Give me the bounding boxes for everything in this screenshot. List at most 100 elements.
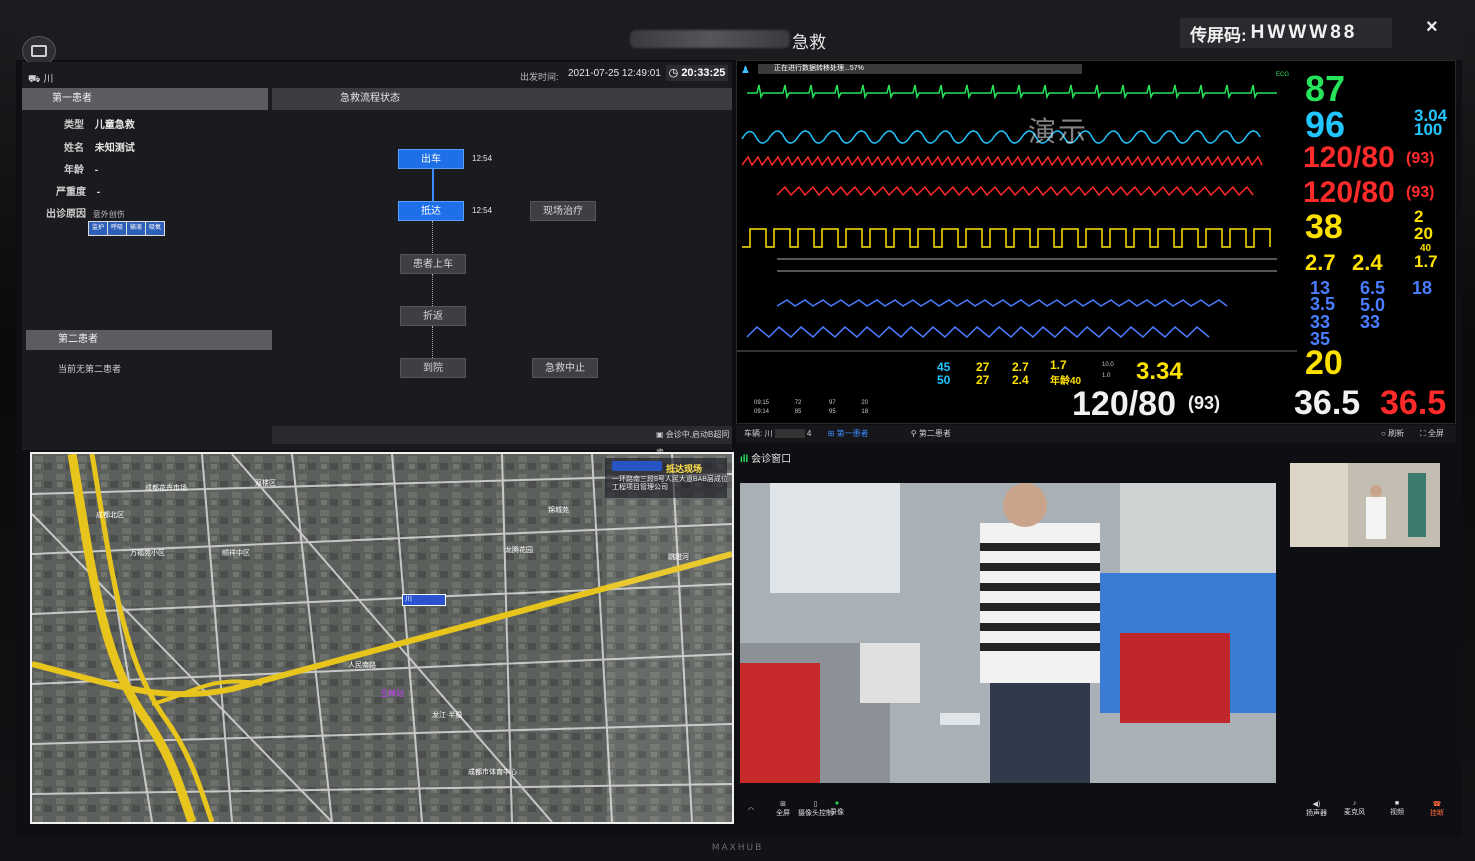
- nibp-value: 120/80: [1072, 385, 1176, 423]
- art-value: 120/80: [1303, 141, 1395, 174]
- record-label: 录像: [830, 809, 844, 816]
- vehicle-redacted: [774, 429, 805, 439]
- sv-value: 2.4: [1352, 250, 1383, 275]
- depart-time-value: 2021-07-25 12:49:01: [568, 68, 661, 79]
- record-button[interactable]: ● 录像: [830, 800, 844, 817]
- demo-watermark: 演示: [1028, 116, 1089, 147]
- title-redacted: [630, 30, 790, 48]
- trend-spo2: 97: [829, 400, 836, 406]
- temp1-value: 36.5: [1294, 384, 1361, 422]
- patient-monitor: [736, 60, 1456, 424]
- vehicle-prefix: 川: [43, 74, 54, 85]
- step-arrive[interactable]: 抵达: [398, 201, 464, 221]
- waveform-canvas: [737, 84, 1297, 352]
- ccd-1: 10.0: [1102, 362, 1114, 368]
- refresh-button[interactable]: ○ 刷新: [1381, 425, 1404, 443]
- step-arrive-hospital[interactable]: 到院: [400, 358, 466, 378]
- wifi-icon: ◠: [748, 807, 755, 814]
- field-label: 姓名: [64, 143, 84, 154]
- footer-vehicle-suffix: 4: [806, 429, 812, 438]
- part-value: 120/80: [1303, 176, 1395, 209]
- step-return[interactable]: 折返: [400, 306, 466, 326]
- doctor-scene: [1290, 463, 1440, 547]
- video-header-label: 会诊窗口: [751, 454, 792, 465]
- tab-patient1[interactable]: ⊞ 第一患者: [828, 429, 869, 438]
- record-icon: ●: [834, 800, 840, 807]
- field-label: 类型: [64, 120, 84, 131]
- map-label: 锦城苑: [548, 507, 569, 514]
- gas-n2o: 45: [937, 360, 951, 374]
- flow-connector: [432, 221, 433, 253]
- ambulance-map-marker[interactable]: 川: [402, 594, 446, 606]
- pip-video-feed[interactable]: [1290, 463, 1440, 547]
- gas-o2: 27: [976, 360, 990, 374]
- page-title: 急救: [792, 33, 826, 52]
- elapsed-timer: ◷ 20:33:25: [666, 65, 728, 81]
- part-mean: (93): [1406, 184, 1435, 201]
- map-label: 玉林站: [380, 689, 404, 698]
- trend-row: 09:15 72 97 20: [754, 400, 868, 407]
- mic-button[interactable]: ♪ 麦克风: [1344, 800, 1365, 817]
- video-fullscreen-button[interactable]: ⊞ 全屏: [776, 800, 790, 818]
- speaker-label: 扬声器: [1306, 810, 1327, 817]
- ultrasound-icon: ▣: [656, 430, 666, 439]
- trend-time: 09:14: [754, 409, 770, 415]
- step-onsite-treatment[interactable]: 现场治疗: [530, 201, 596, 221]
- ecg-label: ECG: [1276, 72, 1290, 78]
- step-depart[interactable]: 出车: [398, 149, 464, 169]
- camera-control-button[interactable]: ▯ 摄像头控制: [798, 800, 833, 818]
- patient2-header[interactable]: 第二患者: [26, 330, 272, 350]
- tab-patient2[interactable]: ⚲ 第二患者: [911, 429, 951, 438]
- ambulance-icon: ⛟: [28, 74, 41, 85]
- hangup-label: 挂断: [1430, 810, 1444, 817]
- trend-spo2: 95: [829, 409, 836, 415]
- flow-connector: [432, 274, 433, 306]
- main-video-feed[interactable]: [740, 483, 1276, 783]
- trend-hr: 72: [794, 400, 802, 406]
- gas-sev: 2.7: [1012, 360, 1029, 374]
- trend-time: 09:15: [754, 400, 770, 406]
- sync-status-bar: ▣ 会诊中,启动B超同步: [272, 426, 732, 457]
- step-patient-boarded[interactable]: 患者上车: [400, 254, 466, 274]
- map-label: 成都花卉市场: [145, 485, 187, 492]
- co-value: 3.34: [1136, 358, 1183, 385]
- patient1-header[interactable]: 第一患者: [22, 88, 268, 110]
- hangup-button[interactable]: ☎ 挂断: [1430, 800, 1444, 818]
- gas-n2o-2: 50: [937, 373, 951, 387]
- gas-mac: 1.7: [1050, 358, 1067, 372]
- speaker-button[interactable]: ◀) 扬声器: [1306, 800, 1327, 818]
- resp-value: 20: [1305, 344, 1343, 382]
- field-value: 未知测试: [94, 143, 135, 154]
- field-label: 年龄: [64, 165, 84, 176]
- tag-infusion: 输液: [127, 222, 146, 235]
- art-mean: (93): [1406, 150, 1435, 167]
- mac-value: 1.7: [1414, 252, 1438, 271]
- flow-connector: [432, 326, 433, 358]
- destination-redacted: [612, 461, 662, 471]
- map-label: 龙腾花园: [505, 547, 533, 554]
- map-label: 龙江·半稳: [432, 712, 463, 719]
- satellite-map[interactable]: [30, 452, 734, 824]
- video-toggle-button[interactable]: ■ 视频: [1390, 800, 1404, 817]
- person-icon: ♟: [741, 65, 750, 76]
- step-abort[interactable]: 急救中止: [532, 358, 598, 378]
- monitor-fullscreen-button[interactable]: ⛶ 全屏: [1420, 425, 1444, 443]
- svv-value: 2.7: [1305, 250, 1336, 275]
- field-age: 年龄 -: [64, 161, 98, 176]
- close-button[interactable]: ×: [1426, 16, 1438, 39]
- vehicle-plate: ⛟ 川: [28, 70, 53, 87]
- pvc-value-2: 100: [1414, 120, 1443, 139]
- mic-label: 麦克风: [1344, 809, 1365, 816]
- field-name: 姓名 未知测试: [64, 139, 135, 154]
- gas-sev-2: 2.4: [1012, 373, 1029, 387]
- nibp-mean: (93): [1188, 393, 1221, 413]
- cast-code-label: 传屏码:: [1190, 25, 1247, 45]
- map-label: 成都北区: [96, 512, 124, 519]
- flow-header: 急救流程状态: [272, 88, 732, 110]
- field-label: 严重度: [56, 187, 86, 198]
- video-fullscreen-label: 全屏: [776, 810, 790, 817]
- cast-code-value: HWWW88: [1250, 22, 1358, 43]
- monitor-fullscreen-label: 全屏: [1427, 429, 1444, 438]
- map-canvas: [32, 454, 732, 822]
- no-second-patient-text: 当前无第二患者: [58, 364, 122, 374]
